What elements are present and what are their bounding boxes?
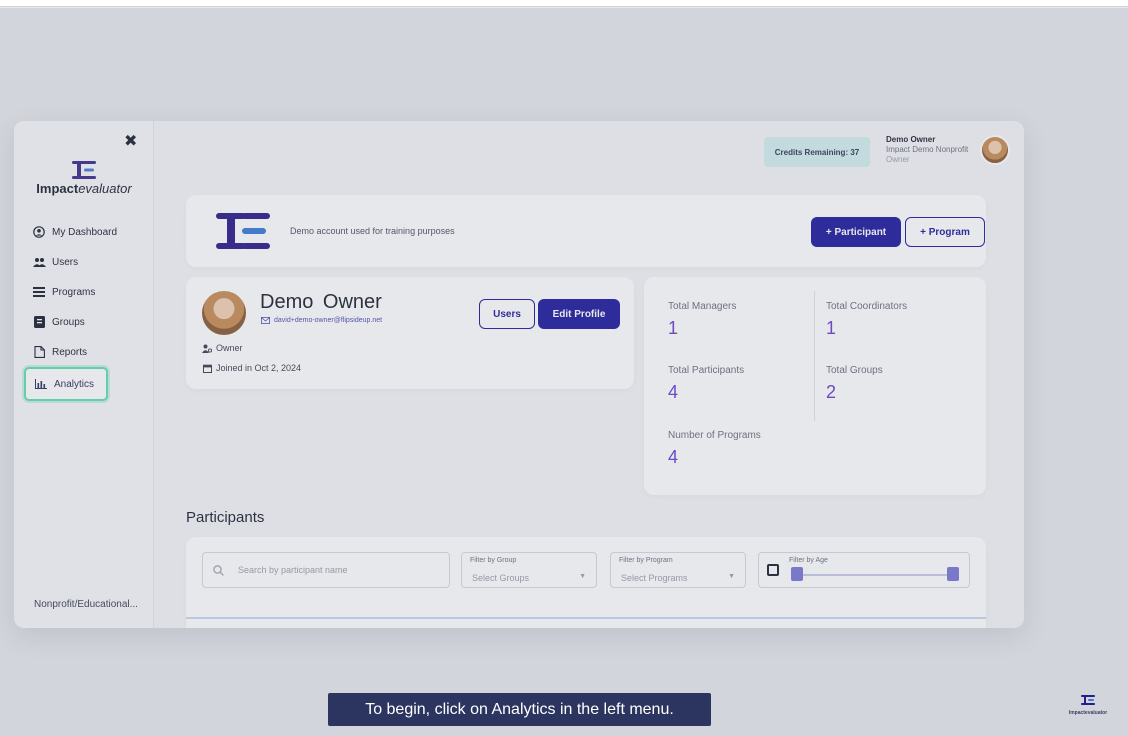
brand-wordmark-bold: Impact [36,181,79,196]
stat-label: Number of Programs [668,430,761,441]
stat-total-managers: Total Managers 1 [668,301,736,339]
add-program-button[interactable]: + Program [905,217,985,247]
profile-name: Demo Owner [260,291,382,313]
organization-logo [216,213,270,254]
calendar-icon [202,363,212,373]
tutorial-caption: To begin, click on Analytics in the left… [328,693,711,726]
book-icon [32,315,46,329]
user-organization: Impact Demo Nonprofit [886,145,969,154]
organization-type[interactable]: Nonprofit/Educational... [34,599,138,610]
bar-chart-icon [34,377,48,391]
age-slider-min-handle[interactable] [791,567,803,581]
chevron-down-icon: ▼ [728,573,735,580]
sidebar-item-label: Users [52,256,79,268]
sidebar-item-users[interactable]: Users [28,247,144,277]
sidebar-item-label: Groups [52,316,85,328]
sidebar-item-label: My Dashboard [52,226,118,238]
close-icon[interactable]: ✖ [124,131,137,151]
document-icon [32,345,46,359]
participants-filter-bar: Search by participant name Filter by Gro… [186,537,986,628]
age-slider-track[interactable] [795,574,955,576]
stat-value: 4 [668,447,679,467]
age-filter-checkbox[interactable] [767,564,779,576]
stats-card: Total Managers 1 Total Coordinators 1 To… [644,277,986,495]
group-filter-caption: Filter by Group [470,557,517,564]
corner-brand-logo: Impactevaluator [1062,692,1114,716]
stat-label: Total Participants [668,365,745,376]
user-menu[interactable]: Demo Owner Impact Demo Nonprofit Owner [886,135,981,165]
stat-total-groups: Total Groups 2 [826,365,883,403]
profile-joined-text: Joined in Oct 2, 2024 [216,363,302,373]
age-filter-caption: Filter by Age [789,557,828,564]
mail-icon [260,315,270,325]
profile-email-text: david+demo-owner@flipsideup.net [274,316,383,324]
stats-divider [814,291,815,421]
brand-wordmark-thin: evaluator [78,181,132,196]
program-filter-caption: Filter by Program [619,557,673,564]
brand-mark-icon [1081,695,1095,705]
app-window: ✖ Impactevaluator My Dashboard Users Pro… [14,121,1024,628]
age-filter: Filter by Age [758,552,970,588]
sidebar: ✖ Impactevaluator My Dashboard Users Pro… [14,121,154,628]
group-filter-select[interactable]: Filter by Group Select Groups ▼ [461,552,597,588]
browser-top-bar [0,0,1128,7]
add-participant-button[interactable]: + Participant [811,217,901,247]
user-name: Demo Owner [886,135,936,144]
edit-profile-button[interactable]: Edit Profile [538,299,620,329]
users-button[interactable]: Users [479,299,535,329]
sidebar-item-label: Analytics [54,378,95,390]
sidebar-item-reports[interactable]: Reports [28,337,144,367]
search-input[interactable]: Search by participant name [202,552,450,588]
group-filter-value: Select Groups [472,573,530,583]
search-icon [213,564,224,576]
organization-card: Demo account used for training purposes … [186,195,986,267]
stat-label: Total Coordinators [826,301,908,312]
profile-card: Demo Owner david+demo-owner@flipsideup.n… [186,277,634,389]
table-top-border [186,617,986,619]
stat-label: Total Managers [668,301,737,312]
profile-role: Owner [202,343,243,353]
credits-badge: Credits Remaining: 37 [764,137,870,167]
stat-value: 1 [668,318,679,338]
profile-avatar [202,291,246,335]
stat-value: 4 [668,382,679,402]
user-role-icon [202,343,212,353]
corner-brand-text: Impactevaluator [1068,710,1108,716]
stat-label: Total Groups [826,365,883,376]
organization-description: Demo account used for training purposes [290,226,455,236]
user-circle-icon [32,225,46,239]
sidebar-item-programs[interactable]: Programs [28,277,144,307]
user-role: Owner [886,155,910,164]
age-slider-max-handle[interactable] [947,567,959,581]
sidebar-item-analytics[interactable]: Analytics [24,367,108,401]
avatar[interactable] [980,135,1010,165]
sidebar-item-my-dashboard[interactable]: My Dashboard [28,217,144,247]
sidebar-nav: My Dashboard Users Programs Groups Repor… [24,217,144,401]
program-filter-value: Select Programs [621,573,688,583]
profile-email: david+demo-owner@flipsideup.net [260,315,382,325]
participants-heading: Participants [186,509,265,526]
brand-wordmark: Impactevaluator [34,181,134,196]
sidebar-item-groups[interactable]: Groups [28,307,144,337]
list-icon [32,285,46,299]
program-filter-select[interactable]: Filter by Program Select Programs ▼ [610,552,746,588]
stat-value: 2 [826,382,837,402]
sidebar-item-label: Reports [52,346,88,358]
stat-total-coordinators: Total Coordinators 1 [826,301,907,339]
search-placeholder: Search by participant name [238,565,348,575]
sidebar-item-label: Programs [52,286,96,298]
chevron-down-icon: ▼ [579,573,586,580]
profile-joined: Joined in Oct 2, 2024 [202,363,301,373]
profile-role-text: Owner [216,343,243,353]
stat-value: 1 [826,318,837,338]
brand-mark-icon [72,161,96,179]
users-icon [32,255,46,269]
stat-total-participants: Total Participants 4 [668,365,744,403]
stat-number-of-programs: Number of Programs 4 [668,430,761,468]
brand-logo: Impactevaluator [34,161,134,196]
